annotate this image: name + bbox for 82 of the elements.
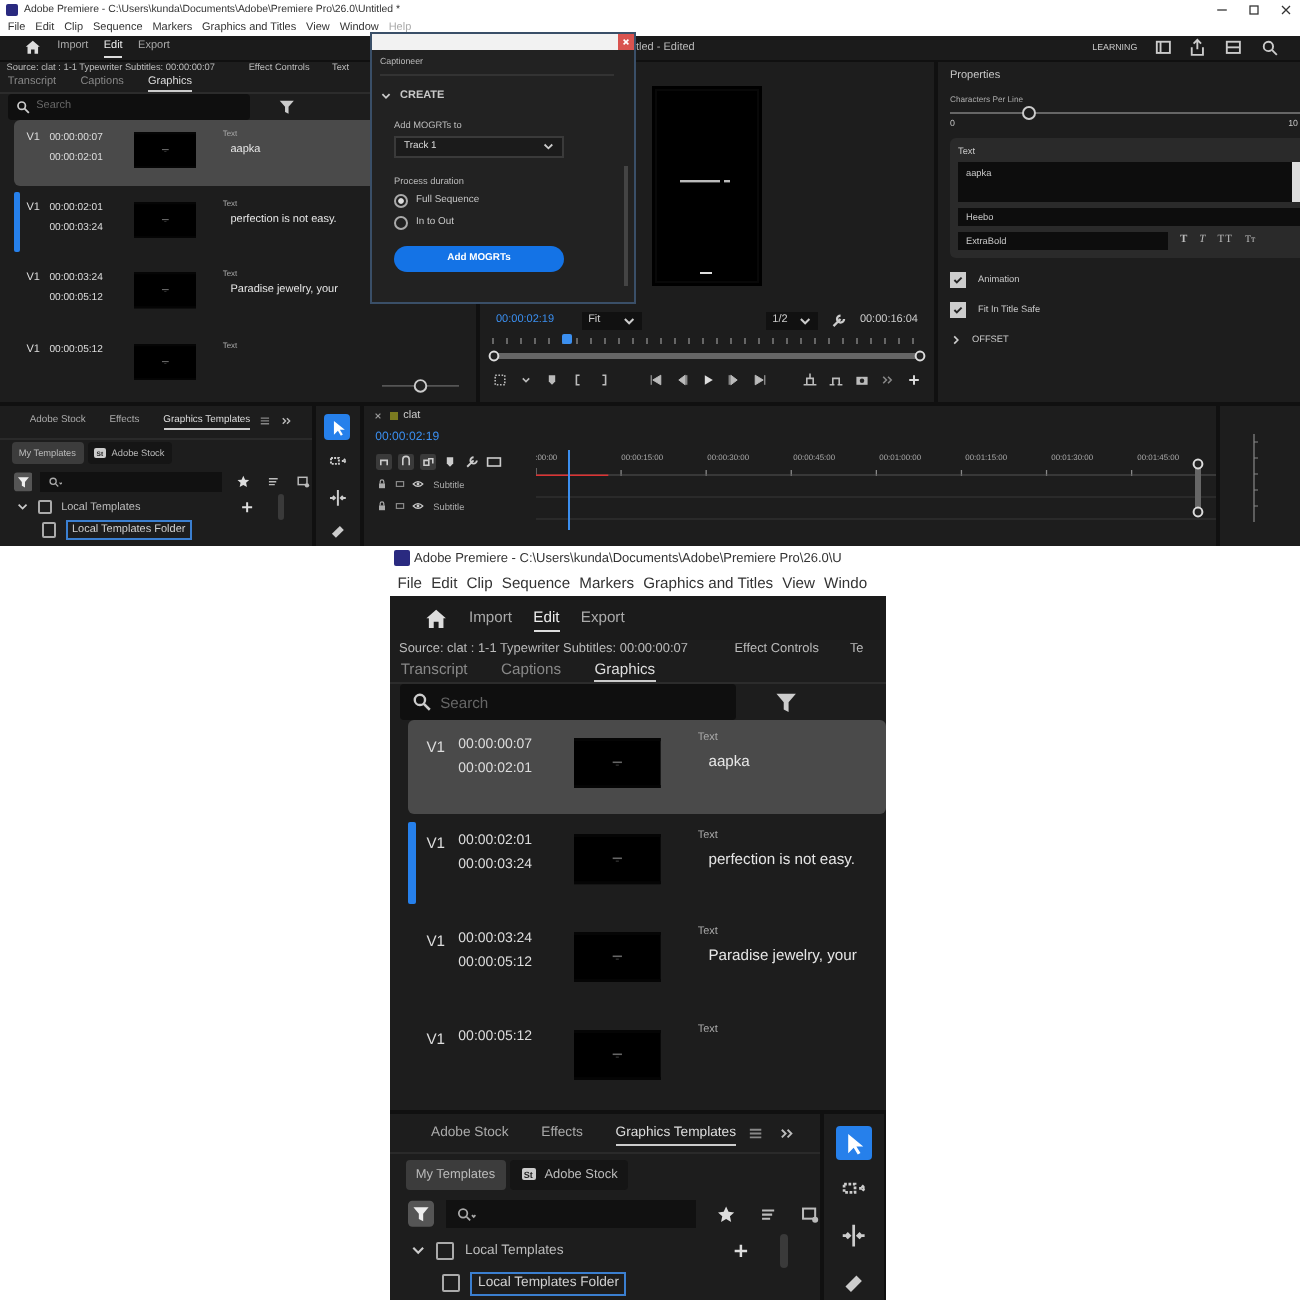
marker-icon[interactable]	[544, 371, 560, 388]
linked-selection-icon[interactable]	[419, 453, 436, 470]
add-icon[interactable]	[906, 371, 922, 388]
scrollbar[interactable]	[624, 166, 628, 286]
marker-icon[interactable]	[441, 453, 458, 470]
search-icon	[47, 475, 63, 489]
slider-thumb[interactable]	[1021, 105, 1035, 120]
camera-icon[interactable]	[854, 371, 870, 388]
play-icon[interactable]	[699, 371, 715, 388]
chevron-icon[interactable]	[409, 1242, 426, 1259]
checkbox[interactable]	[950, 271, 966, 288]
home-icon[interactable]	[423, 605, 448, 631]
checkbox[interactable]	[41, 522, 57, 538]
mark-out-icon[interactable]	[596, 371, 612, 388]
chevron-icon[interactable]	[15, 500, 29, 514]
menu-icon[interactable]	[258, 414, 273, 429]
zoom-icon[interactable]	[1259, 38, 1278, 58]
lock-icon[interactable]	[375, 478, 388, 491]
search-icon	[15, 99, 30, 114]
playhead[interactable]	[561, 333, 572, 344]
scrollbar[interactable]	[779, 1234, 788, 1268]
sort-icon[interactable]	[266, 474, 282, 490]
mark-in-icon[interactable]	[570, 371, 586, 388]
eye-icon[interactable]	[411, 500, 424, 513]
menu-icon[interactable]	[746, 1123, 767, 1143]
wrench-icon[interactable]	[463, 453, 480, 470]
zoom-slider[interactable]	[382, 376, 460, 396]
go-to-out-icon[interactable]	[751, 371, 767, 388]
scrollbar[interactable]	[1192, 457, 1204, 518]
ripple-edit-icon[interactable]	[324, 484, 351, 511]
checkbox[interactable]	[37, 499, 53, 515]
overflow-icon[interactable]	[280, 414, 294, 429]
safe-margins-icon[interactable]	[492, 371, 508, 388]
new-folder-icon[interactable]	[296, 474, 312, 490]
new-folder-icon[interactable]	[799, 1203, 821, 1225]
checkbox[interactable]	[436, 1241, 455, 1260]
caret-icon	[621, 313, 637, 328]
checkbox[interactable]	[441, 1274, 460, 1293]
home-icon[interactable]	[24, 38, 42, 57]
zoom-scrollbar[interactable]	[488, 349, 926, 362]
sequence-color-icon	[389, 411, 398, 420]
wrench-icon[interactable]	[830, 311, 848, 330]
overflow-icon[interactable]	[777, 1123, 797, 1143]
add-icon[interactable]	[240, 500, 256, 515]
search-icon	[455, 1205, 477, 1224]
eye-icon[interactable]	[411, 478, 424, 491]
restore-icon[interactable]	[1246, 1, 1262, 17]
step-forward-icon[interactable]	[725, 371, 741, 388]
chevron-icon[interactable]	[380, 90, 392, 102]
star-icon[interactable]	[716, 1203, 738, 1225]
caret-icon	[541, 140, 554, 154]
filter-icon[interactable]	[13, 472, 33, 492]
radio-button[interactable]	[394, 216, 408, 230]
lift-icon[interactable]	[802, 371, 818, 388]
checkbox[interactable]	[950, 301, 966, 318]
lock-icon[interactable]	[375, 500, 388, 513]
slider-thumb[interactable]	[414, 379, 428, 393]
share-icon[interactable]	[1188, 38, 1208, 58]
filter-icon[interactable]	[278, 97, 296, 116]
radio-button[interactable]	[394, 194, 408, 208]
panel-icon[interactable]	[1153, 38, 1173, 58]
app-icon	[394, 550, 410, 567]
caret-icon	[798, 313, 813, 328]
add-icon[interactable]	[732, 1241, 751, 1260]
close-icon[interactable]	[371, 409, 384, 422]
search-icon	[411, 692, 431, 713]
go-to-in-icon[interactable]	[647, 371, 663, 388]
search-field[interactable]	[40, 471, 222, 493]
filter-icon[interactable]	[408, 1200, 435, 1228]
app-icon	[6, 3, 18, 15]
captions-icon[interactable]	[485, 453, 502, 470]
search-field[interactable]	[446, 1199, 696, 1229]
more-icon[interactable]	[880, 371, 896, 388]
chevron-icon[interactable]	[950, 333, 962, 346]
star-icon[interactable]	[236, 474, 252, 490]
nest-icon[interactable]	[375, 453, 392, 470]
time-ruler[interactable]	[535, 467, 1216, 476]
close-icon[interactable]	[1278, 1, 1294, 17]
filter-icon[interactable]	[774, 690, 799, 715]
layout-icon[interactable]	[1224, 38, 1243, 58]
snap-icon[interactable]	[397, 453, 414, 470]
step-back-icon[interactable]	[673, 371, 689, 388]
